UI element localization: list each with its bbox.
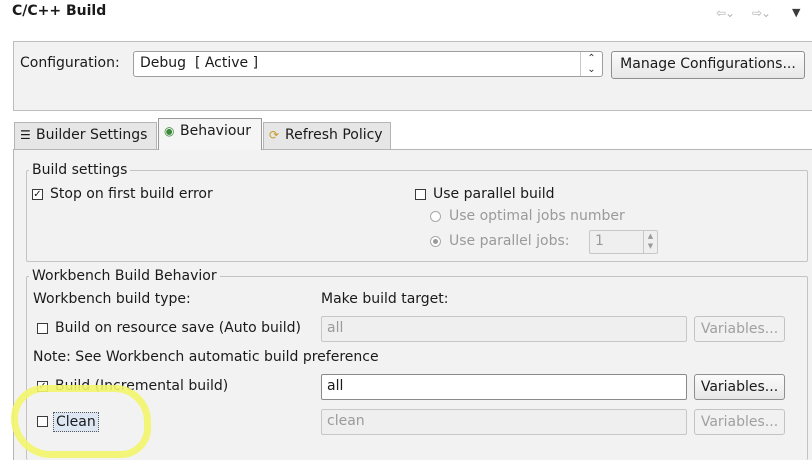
parallel-build-checkbox[interactable]	[415, 189, 426, 200]
parallel-jobs-radio[interactable]	[430, 236, 441, 247]
stop-on-error-checkbox[interactable]: ✓	[32, 189, 43, 200]
manage-configurations-button[interactable]: Manage Configurations...	[611, 51, 805, 79]
back-arrow-icon[interactable]: ⇦⌄	[716, 6, 735, 20]
refresh-policy-icon: ⟳	[269, 128, 280, 142]
clean-label[interactable]: Clean	[53, 412, 99, 432]
builder-settings-icon: ☰	[20, 128, 31, 142]
chevron-updown-icon: ⌃ ⌄	[580, 52, 602, 76]
clean-checkbox[interactable]	[37, 416, 48, 427]
auto-build-target-input[interactable]: all	[321, 316, 687, 342]
tab-behaviour[interactable]: ◉ Behaviour	[158, 118, 262, 150]
tab-label: Builder Settings	[36, 127, 148, 143]
view-menu-icon[interactable]: ▼	[792, 6, 800, 19]
tab-refresh-policy[interactable]: ⟳ Refresh Policy	[263, 122, 391, 149]
auto-build-variables-button[interactable]: Variables...	[694, 316, 785, 342]
workbench-build-legend: Workbench Build Behavior	[29, 268, 220, 284]
radio-target-icon: ◉	[164, 124, 175, 138]
optimal-jobs-radio[interactable]	[430, 211, 441, 222]
configuration-select[interactable]: Debug [ Active ] ⌃ ⌄	[133, 51, 603, 77]
parallel-jobs-spinner[interactable]: 1 ▲ ▼	[589, 230, 658, 254]
tab-builder-settings[interactable]: ☰ Builder Settings	[14, 122, 157, 149]
configuration-select-value: Debug [ Active ]	[140, 55, 259, 71]
tab-label: Behaviour	[180, 123, 252, 139]
parallel-build-label: Use parallel build	[433, 186, 555, 202]
incremental-variables-button[interactable]: Variables...	[694, 374, 785, 400]
page-title: C/C++ Build	[12, 3, 107, 19]
tab-label: Refresh Policy	[285, 127, 383, 143]
stop-on-error-label: Stop on first build error	[50, 186, 213, 202]
incremental-target-input[interactable]: all	[321, 374, 687, 400]
workbench-type-label: Workbench build type:	[33, 291, 191, 307]
auto-build-label: Build on resource save (Auto build)	[55, 320, 302, 336]
spinner-arrows-icon[interactable]: ▲ ▼	[643, 231, 657, 253]
make-target-label: Make build target:	[321, 291, 449, 307]
auto-build-checkbox[interactable]	[37, 323, 48, 334]
configuration-label: Configuration:	[20, 55, 120, 71]
forward-arrow-icon[interactable]: ⇨⌄	[752, 6, 771, 20]
build-settings-legend: Build settings	[29, 162, 131, 178]
clean-variables-button[interactable]: Variables...	[694, 409, 785, 435]
optimal-jobs-label: Use optimal jobs number	[449, 208, 625, 224]
parallel-jobs-label: Use parallel jobs:	[449, 233, 570, 249]
build-settings-group	[26, 170, 808, 262]
workbench-note: Note: See Workbench automatic build pref…	[33, 349, 379, 365]
parallel-jobs-value: 1	[595, 233, 604, 249]
clean-target-input[interactable]: clean	[321, 409, 687, 435]
